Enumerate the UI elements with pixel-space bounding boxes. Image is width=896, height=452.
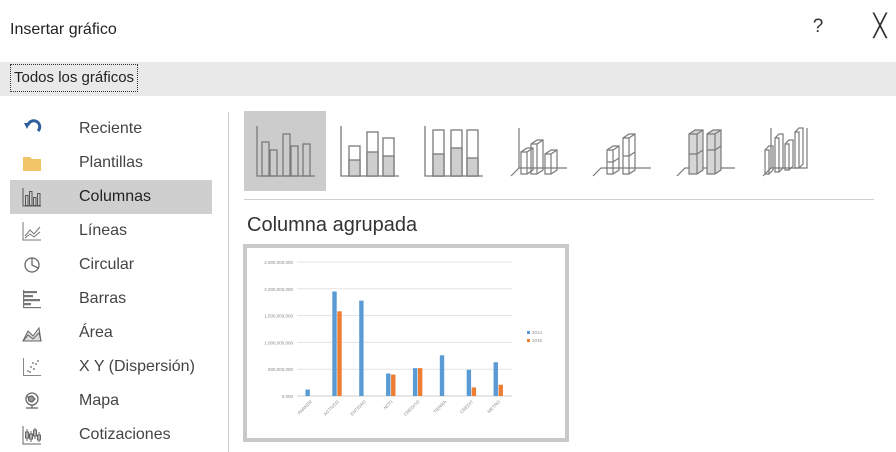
- x-tick-label: CREDITO: [403, 399, 421, 417]
- sidebar-item-label: Mapa: [79, 392, 120, 409]
- legend-label-2016: 2016: [532, 338, 543, 343]
- y-tick-label: 500,000,000: [268, 367, 294, 372]
- chart-preview[interactable]: 0.000 500,000,000 1,000,000,000 1,500,000,0…: [243, 244, 569, 442]
- subtype-100-stacked-column[interactable]: [412, 111, 494, 191]
- help-button[interactable]: ?: [808, 16, 828, 38]
- clustered-column-icon: [256, 126, 315, 177]
- line-chart-icon: [22, 221, 42, 241]
- y-tick-label: 0.000: [282, 394, 294, 399]
- sidebar-item-columns[interactable]: Columnas: [10, 180, 212, 214]
- sidebar-item-bars[interactable]: Barras: [10, 282, 212, 316]
- selected-chart-name: Columna agrupada: [247, 214, 418, 236]
- 3d-column-icon: [762, 127, 808, 177]
- bar-2016-metro: [498, 384, 503, 396]
- tab-strip: Todos los gráficos: [0, 62, 896, 96]
- subtype-clustered-column[interactable]: [244, 111, 326, 191]
- bar-2016-noti: [391, 374, 396, 396]
- bar-2016-credito: [417, 368, 423, 396]
- stacked-column-icon: [340, 126, 399, 177]
- sidebar-item-stock[interactable]: Cotizaciones: [10, 418, 212, 452]
- sidebar-item-label: Área: [79, 324, 113, 341]
- bar-2014-tierra: [439, 355, 445, 396]
- y-tick-label: 2,000,000,000: [264, 287, 293, 292]
- chart-preview-canvas: 0.000 500,000,000 1,000,000,000 1,500,000,0…: [264, 260, 543, 417]
- x-tick-label: CREDIT: [459, 399, 475, 415]
- subtype-3d-100-stacked-column[interactable]: [664, 111, 746, 191]
- y-tick-label: 2,500,000,000: [264, 260, 293, 265]
- x-tick-label: ACTIVOS: [323, 399, 341, 417]
- area-chart-icon: [22, 323, 42, 343]
- gallery-divider: [244, 199, 874, 200]
- x-tick-label: TIERRA: [432, 399, 447, 414]
- bar-2014-credito: [412, 368, 418, 396]
- sidebar-item-area[interactable]: Área: [10, 316, 212, 350]
- bar-chart-icon: [22, 289, 42, 309]
- bar-2014-activos: [332, 291, 337, 396]
- sidebar-item-lines[interactable]: Líneas: [10, 214, 212, 248]
- sidebar-item-label: Columnas: [79, 188, 152, 205]
- stock-chart-icon: [22, 425, 42, 445]
- insert-chart-dialog: Insertar gráfico ? ╳ Todos los gráficos …: [0, 0, 896, 452]
- bar-2014-parker: [305, 389, 310, 396]
- bar-2014-noti: [386, 373, 391, 396]
- sidebar-divider: [228, 112, 229, 452]
- x-tick-label: ENTIDAD: [349, 399, 367, 417]
- column-chart-icon: [22, 187, 42, 207]
- sidebar-item-label: Circular: [79, 256, 135, 273]
- sidebar-item-scatter[interactable]: X Y (Dispersión): [10, 350, 212, 384]
- bar-2016-activos: [337, 311, 342, 396]
- bar-2016-credit: [471, 387, 477, 396]
- sidebar-item-label: Cotizaciones: [79, 426, 171, 443]
- sidebar-item-label: Líneas: [79, 222, 128, 239]
- sidebar-item-recent[interactable]: Reciente: [10, 112, 212, 146]
- map-chart-icon: [22, 391, 42, 411]
- legend-swatch-2014: [527, 331, 530, 334]
- 3d-percent-stacked-column-icon: [676, 129, 735, 177]
- bar-2014-credit: [466, 369, 472, 396]
- pie-chart-icon: [22, 255, 42, 275]
- folder-icon: [22, 153, 42, 173]
- 3d-stacked-column-icon: [592, 133, 651, 177]
- chart-type-sidebar: Reciente Plantillas Columnas Líneas Circ…: [10, 108, 212, 452]
- y-tick-label: 1,000,000,000: [264, 340, 293, 345]
- x-tick-label: PARKER: [297, 399, 314, 416]
- x-tick-label: NOTI: [383, 399, 394, 410]
- close-button[interactable]: ╳: [868, 14, 892, 39]
- chart-subtype-gallery: [244, 111, 884, 191]
- dialog-title: Insertar gráfico: [10, 21, 117, 38]
- sidebar-item-map[interactable]: Mapa: [10, 384, 212, 418]
- scatter-chart-icon: [22, 357, 42, 377]
- subtype-stacked-column[interactable]: [328, 111, 410, 191]
- sidebar-item-label: Barras: [79, 290, 127, 307]
- sidebar-item-templates[interactable]: Plantillas: [10, 146, 212, 180]
- sidebar-item-label: X Y (Dispersión): [79, 358, 195, 375]
- percent-stacked-column-icon: [424, 126, 483, 177]
- legend-label-2014: 2014: [532, 330, 543, 335]
- bar-2014-metro: [493, 362, 498, 396]
- recent-icon: [22, 119, 42, 139]
- 3d-clustered-column-icon: [510, 128, 567, 177]
- x-tick-label: METRO: [486, 399, 501, 414]
- sidebar-item-label: Plantillas: [79, 154, 144, 171]
- sidebar-item-pie[interactable]: Circular: [10, 248, 212, 282]
- subtype-3d-stacked-column[interactable]: [580, 111, 662, 191]
- bar-2014-entidad: [359, 300, 364, 396]
- subtype-3d-clustered-column[interactable]: [496, 111, 578, 191]
- title-bar: Insertar gráfico ? ╳: [0, 0, 896, 62]
- sidebar-item-label: Reciente: [79, 120, 143, 137]
- tab-all-charts[interactable]: Todos los gráficos: [10, 64, 139, 92]
- y-tick-label: 1,500,000,000: [264, 314, 293, 319]
- subtype-3d-column[interactable]: [748, 111, 830, 191]
- legend-swatch-2016: [527, 339, 530, 342]
